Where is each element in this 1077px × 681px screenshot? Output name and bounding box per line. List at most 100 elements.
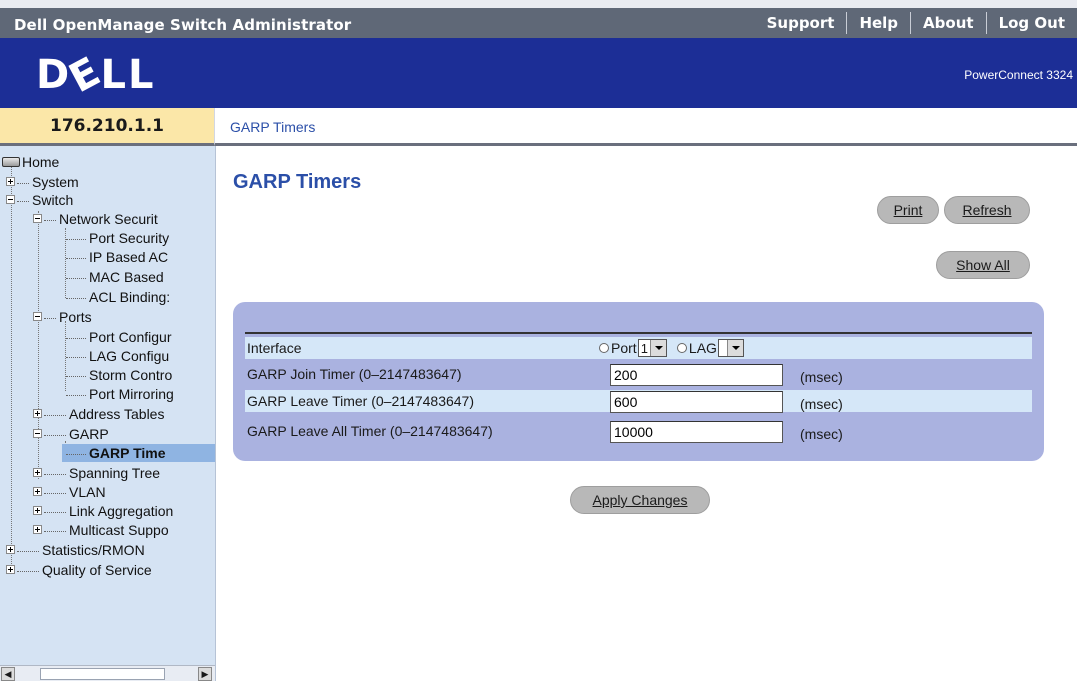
port-select[interactable]: 1 bbox=[637, 339, 667, 357]
sidebar-item-network-security[interactable]: Network Securit bbox=[33, 210, 158, 228]
sidebar-item-label: MAC Based bbox=[89, 269, 164, 285]
expand-icon[interactable] bbox=[6, 177, 15, 186]
sidebar-item-ip-based-acl[interactable]: IP Based AC bbox=[66, 248, 168, 266]
logout-link[interactable]: Log Out bbox=[987, 14, 1077, 32]
sidebar-item-label: Quality of Service bbox=[42, 562, 152, 578]
apply-changes-button[interactable]: Apply Changes bbox=[570, 486, 710, 514]
scroll-left-icon[interactable]: ◀ bbox=[1, 667, 15, 681]
expand-icon[interactable] bbox=[6, 545, 15, 554]
sidebar-item-label: ACL Binding: bbox=[89, 289, 171, 305]
page-title: GARP Timers bbox=[233, 171, 362, 193]
leave-timer-input[interactable] bbox=[610, 391, 783, 413]
join-timer-input[interactable] bbox=[610, 364, 783, 386]
sidebar-item-port-configuration[interactable]: Port Configur bbox=[66, 328, 171, 346]
collapse-icon[interactable] bbox=[6, 195, 15, 204]
refresh-button[interactable]: Refresh bbox=[944, 196, 1030, 224]
leave-all-timer-input[interactable] bbox=[610, 421, 783, 443]
print-button[interactable]: Print bbox=[877, 196, 939, 224]
lag-radio[interactable] bbox=[676, 343, 687, 353]
sidebar-item-mac-based-acl[interactable]: MAC Based bbox=[66, 268, 164, 286]
home-icon bbox=[2, 157, 20, 167]
expand-icon[interactable] bbox=[33, 468, 42, 477]
sidebar-item-garp-timers[interactable]: GARP Time bbox=[62, 444, 215, 462]
port-radio[interactable] bbox=[599, 343, 609, 353]
sidebar-item-statistics-rmon[interactable]: Statistics/RMON bbox=[6, 541, 145, 559]
help-link[interactable]: Help bbox=[847, 14, 910, 32]
about-link[interactable]: About bbox=[911, 14, 986, 32]
sidebar-item-address-tables[interactable]: Address Tables bbox=[33, 405, 164, 423]
sidebar-item-label: IP Based AC bbox=[89, 249, 169, 265]
sidebar-tree: Home System Switch Network Securit Port … bbox=[0, 146, 216, 681]
sidebar-item-label: Address Tables bbox=[69, 406, 165, 422]
expand-icon[interactable] bbox=[33, 506, 42, 515]
sidebar-item-acl-binding[interactable]: ACL Binding: bbox=[66, 288, 170, 306]
banner: DELL PowerConnect 3324 bbox=[0, 38, 1077, 108]
sidebar-item-label: Storm Contro bbox=[89, 367, 173, 383]
sidebar-item-label: Statistics/RMON bbox=[42, 542, 145, 558]
sidebar-item-lag-configuration[interactable]: LAG Configu bbox=[66, 347, 169, 365]
sidebar-item-spanning-tree[interactable]: Spanning Tree bbox=[33, 464, 160, 482]
sidebar-item-garp[interactable]: GARP bbox=[33, 425, 109, 443]
expand-icon[interactable] bbox=[33, 525, 42, 534]
garp-timers-form: Interface Port 1 LAG GARP Join Timer (0–… bbox=[233, 302, 1044, 461]
sidebar-item-ports[interactable]: Ports bbox=[33, 308, 92, 326]
device-ip: 176.210.1.1 bbox=[0, 108, 214, 146]
leave-all-timer-label: GARP Leave All Timer (0–2147483647) bbox=[247, 423, 493, 439]
app-title: Dell OpenManage Switch Administrator bbox=[14, 16, 352, 34]
join-timer-label: GARP Join Timer (0–2147483647) bbox=[247, 366, 462, 382]
model-name: PowerConnect 3324 bbox=[964, 68, 1073, 82]
sidebar-item-label: System bbox=[32, 174, 79, 190]
sidebar-item-label: GARP bbox=[69, 426, 109, 442]
top-nav: Support Help About Log Out bbox=[755, 8, 1077, 38]
expand-icon[interactable] bbox=[6, 565, 15, 574]
sidebar-item-quality-of-service[interactable]: Quality of Service bbox=[6, 561, 152, 579]
dell-logo: DELL bbox=[36, 47, 156, 103]
sidebar-item-label: VLAN bbox=[69, 484, 106, 500]
sidebar-item-label: Link Aggregation bbox=[69, 503, 174, 519]
sidebar-item-label: Switch bbox=[32, 192, 74, 208]
collapse-icon[interactable] bbox=[33, 214, 42, 223]
show-all-button[interactable]: Show All bbox=[936, 251, 1030, 279]
leave-timer-label: GARP Leave Timer (0–2147483647) bbox=[247, 393, 474, 409]
sidebar-item-storm-control[interactable]: Storm Contro bbox=[66, 366, 172, 384]
breadcrumb: GARP Timers bbox=[230, 119, 316, 135]
sidebar-item-label: Home bbox=[22, 154, 60, 170]
lag-radio-label: LAG bbox=[688, 340, 717, 356]
sidebar-item-system[interactable]: System bbox=[6, 173, 79, 191]
sidebar-item-switch[interactable]: Switch bbox=[6, 191, 73, 209]
sidebar-item-home[interactable]: Home bbox=[2, 153, 59, 171]
sidebar-item-multicast-support[interactable]: Multicast Suppo bbox=[33, 521, 169, 539]
sidebar-item-label: Port Configur bbox=[89, 329, 172, 345]
leave-all-timer-row: GARP Leave All Timer (0–2147483647) (mse… bbox=[245, 420, 1032, 443]
chevron-down-icon bbox=[649, 340, 666, 356]
sidebar-item-label: LAG Configu bbox=[89, 348, 170, 364]
sidebar-item-port-mirroring[interactable]: Port Mirroring bbox=[66, 385, 174, 403]
expand-icon[interactable] bbox=[33, 487, 42, 496]
leave-timer-unit: (msec) bbox=[800, 396, 843, 412]
collapse-icon[interactable] bbox=[33, 429, 42, 438]
sidebar-item-link-aggregation[interactable]: Link Aggregation bbox=[33, 502, 173, 520]
leave-all-timer-unit: (msec) bbox=[800, 426, 843, 442]
join-timer-row: GARP Join Timer (0–2147483647) (msec) bbox=[245, 363, 1032, 386]
sidebar-item-vlan[interactable]: VLAN bbox=[33, 483, 106, 501]
sidebar-item-label: Network Securit bbox=[59, 211, 158, 227]
sidebar-item-label: GARP Time bbox=[89, 445, 166, 461]
port-radio-label: Port bbox=[611, 340, 637, 356]
interface-row: Interface Port 1 LAG bbox=[245, 337, 1032, 359]
collapse-icon[interactable] bbox=[33, 312, 42, 321]
scroll-right-icon[interactable]: ▶ bbox=[198, 667, 212, 681]
top-bar: Dell OpenManage Switch Administrator Sup… bbox=[0, 0, 1077, 38]
sidebar-horizontal-scrollbar[interactable]: ◀ ▶ bbox=[0, 665, 215, 681]
lag-select[interactable] bbox=[717, 339, 744, 357]
sidebar-item-label: Multicast Suppo bbox=[69, 522, 169, 538]
breadcrumb-bar: GARP Timers bbox=[214, 108, 1077, 146]
sidebar-item-label: Port Mirroring bbox=[89, 386, 174, 402]
support-link[interactable]: Support bbox=[755, 14, 847, 32]
scrollbar-thumb[interactable] bbox=[40, 668, 165, 680]
leave-timer-row: GARP Leave Timer (0–2147483647) (msec) bbox=[245, 390, 1032, 413]
sidebar-item-label: Port Security bbox=[89, 230, 170, 246]
join-timer-unit: (msec) bbox=[800, 369, 843, 385]
sidebar-item-port-security[interactable]: Port Security bbox=[66, 229, 169, 247]
expand-icon[interactable] bbox=[33, 409, 42, 418]
sidebar-item-label: Spanning Tree bbox=[69, 465, 161, 481]
